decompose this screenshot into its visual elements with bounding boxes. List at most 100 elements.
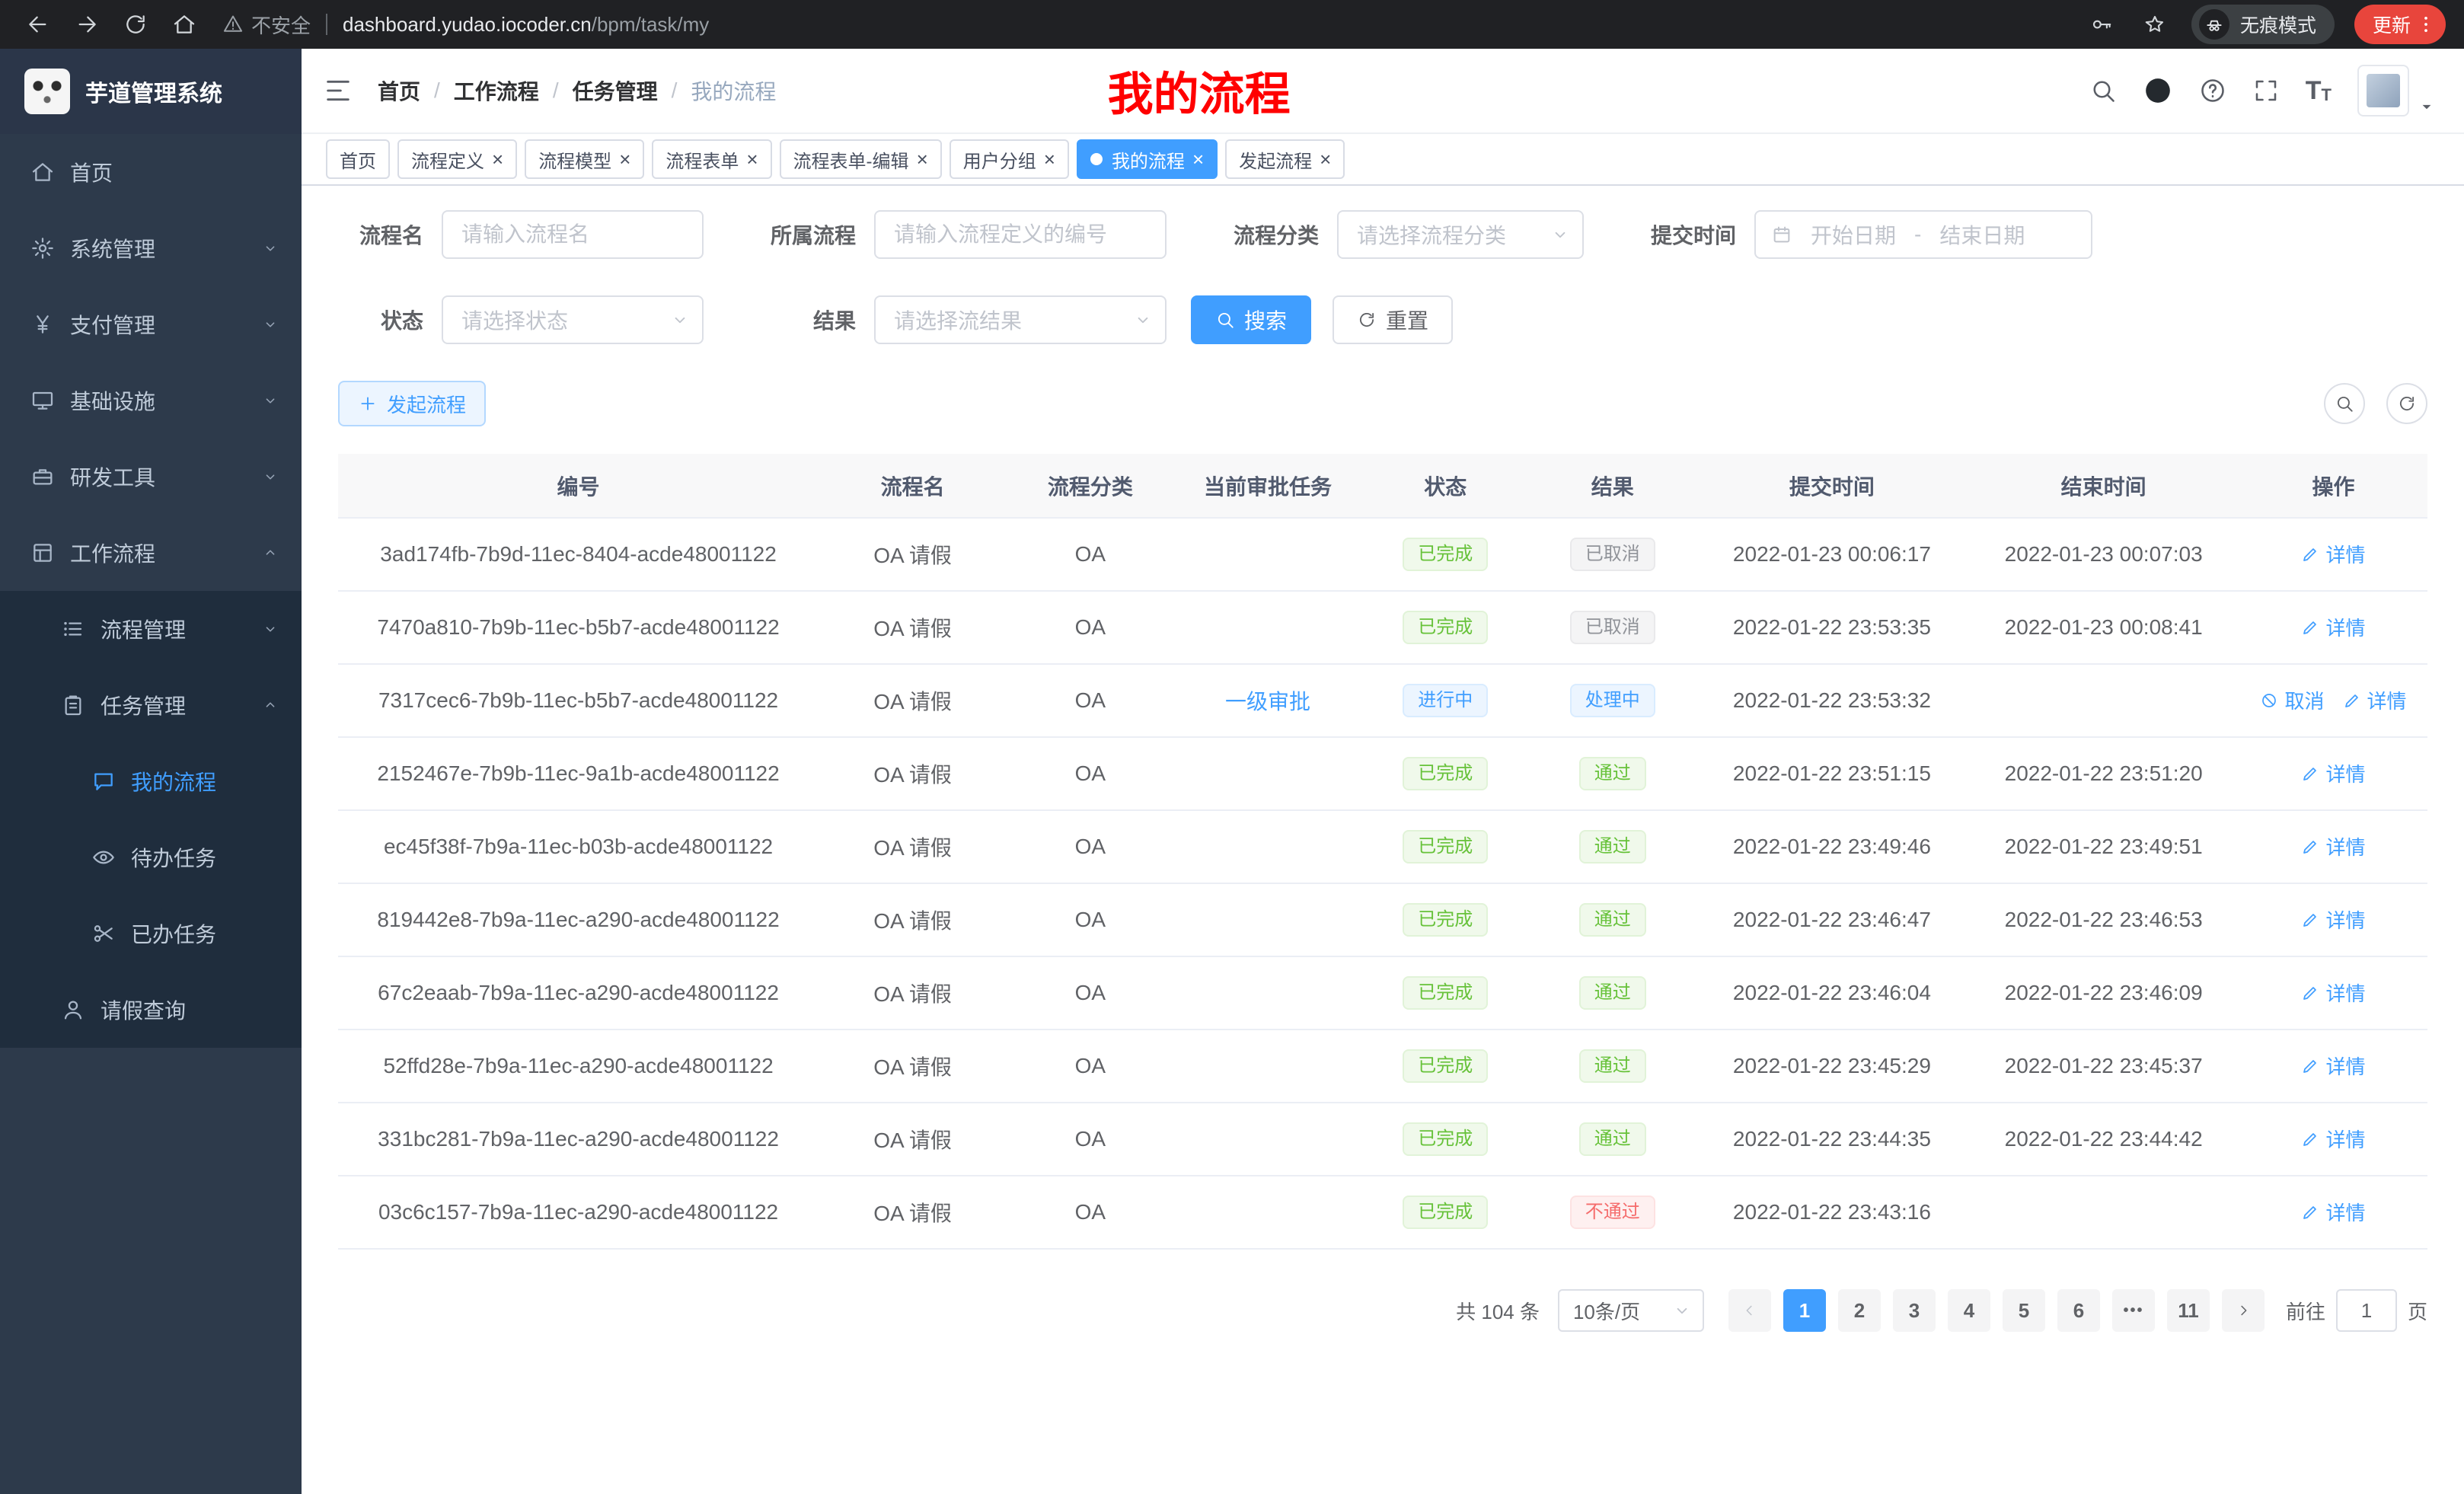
security-warning[interactable]: 不安全 — [222, 11, 311, 39]
browser-back-icon[interactable] — [18, 5, 58, 44]
process-name-input[interactable] — [442, 210, 704, 259]
result-select[interactable]: 请选择流结果 — [874, 295, 1167, 344]
category-select[interactable]: 请选择流程分类 — [1337, 210, 1584, 259]
sidebar-item-payment-management[interactable]: 支付管理 — [0, 286, 302, 362]
cell-end-time: 2022-01-22 23:44:42 — [1968, 1103, 2239, 1176]
current-task-link[interactable]: 一级审批 — [1225, 690, 1310, 713]
result-badge: 通过 — [1579, 976, 1646, 1010]
sidebar-item-infrastructure[interactable]: 基础设施 — [0, 362, 302, 439]
update-button[interactable]: 更新 — [2354, 5, 2446, 44]
tab-label: 流程表单 — [665, 146, 739, 173]
avatar[interactable] — [2357, 65, 2409, 117]
detail-button[interactable]: 详情 — [2301, 905, 2365, 934]
sidebar-item-label: 任务管理 — [101, 690, 186, 720]
goto-page-input[interactable] — [2336, 1289, 2397, 1332]
page-button-6[interactable]: 6 — [2057, 1289, 2100, 1332]
page-button-5[interactable]: 5 — [2003, 1289, 2045, 1332]
sidebar-item-todo-tasks[interactable]: 待办任务 — [0, 819, 302, 895]
help-icon[interactable] — [2199, 77, 2226, 104]
sidebar-item-workflow[interactable]: 工作流程 — [0, 515, 302, 591]
bookmark-star-icon[interactable] — [2138, 8, 2172, 41]
breadcrumb-item[interactable]: 任务管理 — [573, 75, 658, 106]
tab-process-definition[interactable]: 流程定义× — [397, 139, 517, 179]
breadcrumb-item[interactable]: 首页 — [378, 75, 420, 106]
tab-user-group[interactable]: 用户分组× — [950, 139, 1069, 179]
detail-button[interactable]: 详情 — [2343, 686, 2407, 714]
address-bar[interactable]: 不安全 dashboard.yudao.iocoder.cn/bpm/task/… — [222, 11, 2076, 39]
status-label: 状态 — [338, 305, 442, 335]
page-button-11[interactable]: 11 — [2167, 1289, 2210, 1332]
page-button-2[interactable]: 2 — [1838, 1289, 1881, 1332]
status-select[interactable]: 请选择状态 — [442, 295, 704, 344]
detail-button[interactable]: 详情 — [2301, 1125, 2365, 1153]
close-icon[interactable]: × — [492, 149, 503, 169]
edit-icon — [2301, 984, 2319, 1002]
page-size-select[interactable]: 10条/页 — [1558, 1289, 1704, 1332]
next-page-button[interactable] — [2222, 1289, 2265, 1332]
password-key-icon[interactable] — [2085, 8, 2118, 41]
column-header: 结束时间 — [1968, 454, 2239, 518]
close-icon[interactable]: × — [746, 149, 758, 169]
page-button-3[interactable]: 3 — [1893, 1289, 1936, 1332]
submit-time-range-picker[interactable]: 开始日期 - 结束日期 — [1754, 210, 2092, 259]
detail-button[interactable]: 详情 — [2301, 832, 2365, 860]
create-process-button[interactable]: 发起流程 — [338, 381, 486, 426]
close-icon[interactable]: × — [917, 149, 928, 169]
close-icon[interactable]: × — [619, 149, 630, 169]
tab-my-process[interactable]: 我的流程× — [1077, 139, 1218, 179]
browser-forward-icon[interactable] — [67, 5, 107, 44]
tab-create-process[interactable]: 发起流程× — [1225, 139, 1345, 179]
github-icon[interactable] — [2143, 75, 2173, 106]
reset-button[interactable]: 重置 — [1333, 295, 1453, 344]
avatar-dropdown-caret-icon[interactable] — [2417, 97, 2437, 117]
sidebar-item-task-management[interactable]: 任务管理 — [0, 667, 302, 743]
search-button[interactable]: 搜索 — [1191, 295, 1311, 344]
parent-process-input[interactable] — [874, 210, 1167, 259]
tab-process-form-edit[interactable]: 流程表单-编辑× — [780, 139, 942, 179]
refresh-table-icon[interactable] — [2386, 383, 2427, 424]
result-badge: 通过 — [1579, 830, 1646, 864]
sidebar-item-home[interactable]: 首页 — [0, 134, 302, 210]
font-size-icon[interactable]: TT — [2306, 78, 2332, 104]
detail-button[interactable]: 详情 — [2301, 978, 2365, 1007]
toggle-search-icon[interactable] — [2324, 383, 2365, 424]
sidebar-item-process-management[interactable]: 流程管理 — [0, 591, 302, 667]
sidebar-item-leave-query[interactable]: 请假查询 — [0, 972, 302, 1048]
sidebar-item-dev-tools[interactable]: 研发工具 — [0, 439, 302, 515]
cancel-button[interactable]: 取消 — [2260, 686, 2324, 714]
detail-button[interactable]: 详情 — [2301, 540, 2365, 568]
cell-category: OA — [1007, 883, 1174, 956]
page-button-1[interactable]: 1 — [1783, 1289, 1826, 1332]
fullscreen-icon[interactable] — [2252, 77, 2280, 104]
header-search-icon[interactable] — [2089, 77, 2117, 104]
prev-page-button[interactable] — [1728, 1289, 1771, 1332]
detail-button[interactable]: 详情 — [2301, 1198, 2365, 1226]
url-text[interactable]: dashboard.yudao.iocoder.cn/bpm/task/my — [343, 13, 709, 37]
detail-button[interactable]: 详情 — [2301, 613, 2365, 641]
close-icon[interactable]: × — [1044, 149, 1055, 169]
user-menu[interactable] — [2357, 65, 2437, 117]
app-logo[interactable]: 芋道管理系统 — [0, 49, 302, 134]
sidebar-item-system-management[interactable]: 系统管理 — [0, 210, 302, 286]
detail-button[interactable]: 详情 — [2301, 1052, 2365, 1080]
sidebar-item-my-process[interactable]: 我的流程 — [0, 743, 302, 819]
close-icon[interactable]: × — [1320, 149, 1331, 169]
cell-process-name: OA 请假 — [819, 518, 1007, 591]
detail-button[interactable]: 详情 — [2301, 759, 2365, 787]
page-ellipsis[interactable]: ••• — [2112, 1289, 2155, 1332]
browser-menu-icon[interactable] — [2415, 14, 2437, 35]
breadcrumb-item[interactable]: 工作流程 — [454, 75, 539, 106]
browser-home-icon[interactable] — [164, 5, 204, 44]
sidebar-item-done-tasks[interactable]: 已办任务 — [0, 895, 302, 972]
cell-end-time — [1968, 664, 2239, 737]
close-icon[interactable]: × — [1192, 149, 1204, 169]
browser-reload-icon[interactable] — [116, 5, 155, 44]
cell-category: OA — [1007, 1103, 1174, 1176]
table-row: 2152467e-7b9b-11ec-9a1b-acde48001122OA 请… — [338, 737, 2427, 810]
tab-home[interactable]: 首页 — [326, 139, 390, 179]
sidebar-toggle-icon[interactable] — [323, 75, 353, 106]
tab-process-model[interactable]: 流程模型× — [525, 139, 644, 179]
page-button-4[interactable]: 4 — [1948, 1289, 1990, 1332]
cell-actions: 详情 — [2239, 883, 2427, 956]
tab-process-form[interactable]: 流程表单 × — [652, 139, 771, 179]
